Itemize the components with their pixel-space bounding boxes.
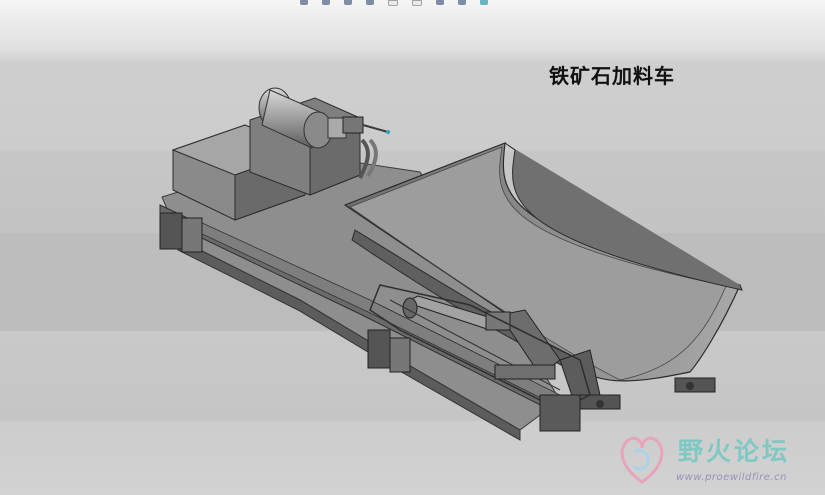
support-leg-left [159,212,203,253]
watermark-url: www.proewildfire.cn [676,472,787,483]
forum-watermark: 野火论坛 www.proewildfire.cn [612,428,822,490]
watermark-name: 野火论坛 [678,437,791,466]
ore-loading-car-model[interactable] [0,0,825,495]
cad-viewport[interactable]: 铁矿石加料车 野火论坛 www.proewildfire.cn [0,0,825,495]
watermark-logo-icon [620,436,664,484]
